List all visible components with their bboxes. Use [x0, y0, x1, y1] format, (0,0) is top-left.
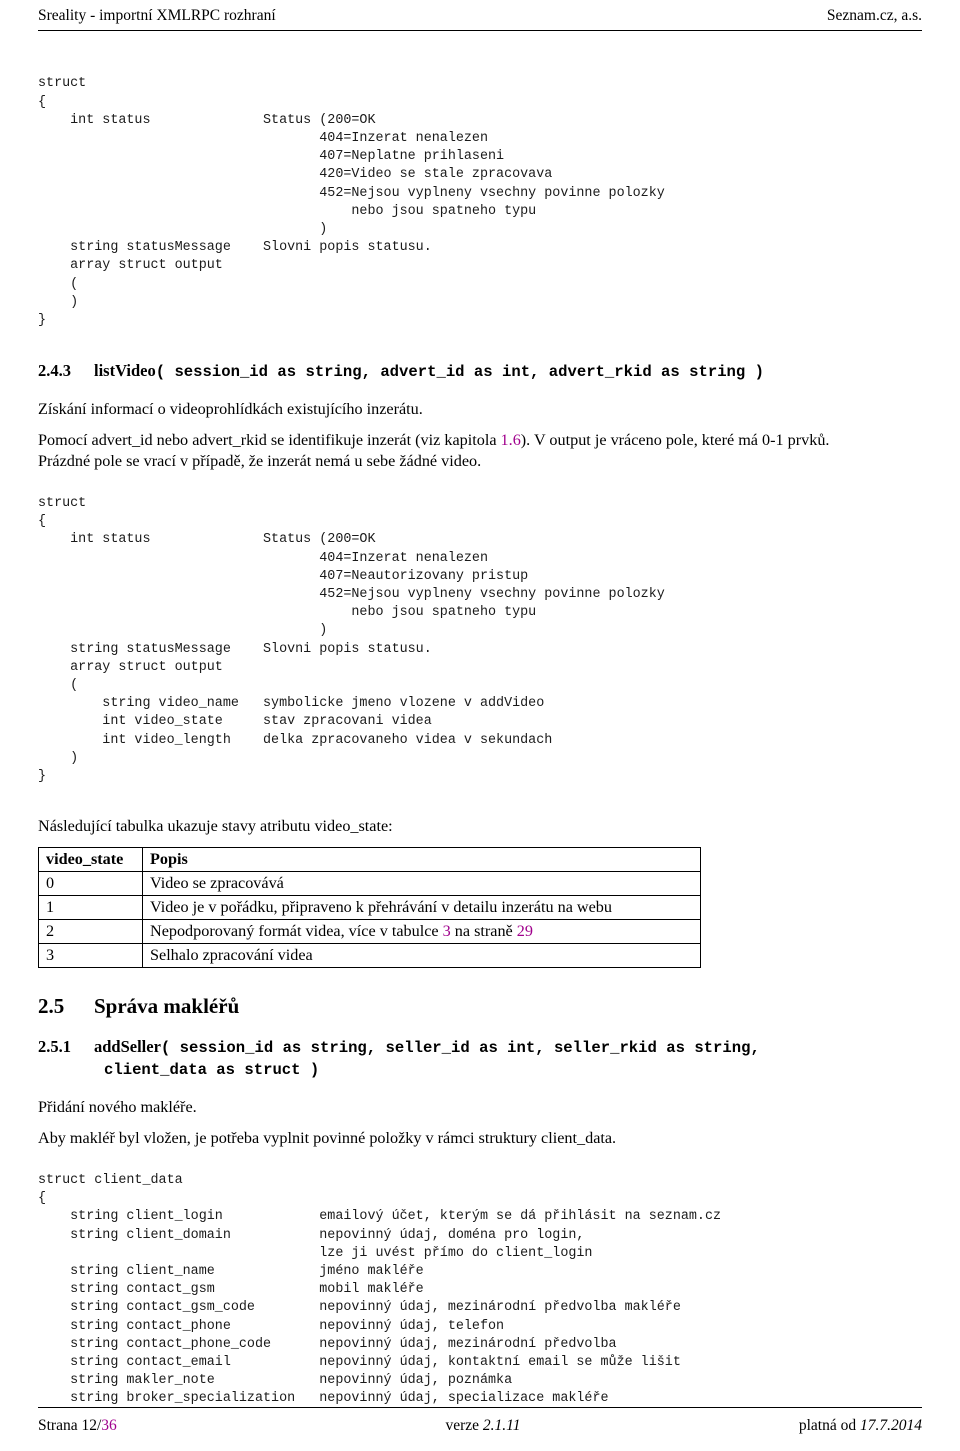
table-row: 3 Selhalo zpracování videa	[38, 942, 701, 968]
heading-2-4-3: 2.4.3 listVideo( session_id as string, a…	[38, 360, 922, 383]
table-link-3[interactable]: 3	[443, 922, 451, 940]
table-cell-state: 1	[38, 894, 143, 920]
header-rule	[38, 30, 922, 31]
table-header-row: video_state Popis	[38, 846, 701, 872]
table-cell-desc-text-b: na straně	[450, 921, 517, 940]
table-cell-desc: Selhalo zpracování videa	[142, 942, 701, 968]
heading-2-5-1-signature-line2: client_data as struct )	[104, 1060, 320, 1079]
code-block-listvideo-output: struct { int status Status (200=OK 404=I…	[38, 496, 665, 785]
header-title-right: Seznam.cz, a.s.	[826, 7, 922, 24]
paragraph-text-b: ). V output je vráceno pole, které má 0-…	[520, 430, 830, 449]
heading-2-5: 2.5 Správa makléřů	[38, 992, 922, 1020]
paragraph-addseller-intro: Přidání nového makléře.	[38, 1097, 197, 1116]
table-video-state: video_state Popis 0 Video se zpracovává …	[38, 846, 701, 968]
footer-page-label: Strana	[38, 1417, 82, 1434]
chapter-link-1-6[interactable]: 1.6	[501, 431, 521, 449]
page-header: Sreality - importní XMLRPC rozhraní Sezn…	[38, 6, 922, 32]
heading-2-5-title: Správa makléřů	[94, 993, 240, 1018]
page-footer: Strana 12/36 verze 2.1.11 platná od 17.7…	[38, 1407, 922, 1437]
paragraph-addseller-required: Aby makléř byl vložen, je potřeba vyplni…	[38, 1128, 617, 1147]
table-row: 1 Video je v pořádku, připraveno k přehr…	[38, 894, 701, 920]
footer-page-current: 12	[81, 1417, 97, 1434]
heading-2-5-1-signature-line1: ( session_id as string, seller_id as int…	[160, 1038, 760, 1057]
footer-page-total[interactable]: 36	[101, 1417, 117, 1434]
paragraph-text-a: Pomocí advert_id nebo advert_rkid se ide…	[38, 430, 501, 449]
paragraph-table-intro: Následující tabulka ukazuje stavy atribu…	[38, 816, 393, 835]
table-cell-state: 3	[38, 942, 143, 968]
header-title-left: Sreality - importní XMLRPC rozhraní	[38, 7, 276, 24]
footer-valid-label: platná od	[798, 1417, 860, 1434]
table-row: 0 Video se zpracovává	[38, 870, 701, 896]
table-cell-state: 2	[38, 918, 143, 944]
heading-2-5-1-number: 2.5.1	[38, 1036, 71, 1056]
table-cell-desc: Video se zpracovává	[142, 870, 701, 896]
code-block-status-struct-1: struct { int status Status (200=OK 404=I…	[38, 76, 665, 329]
table-cell-desc: Nepodporovaný formát videa, více v tabul…	[142, 918, 701, 944]
table-row: 2 Nepodporovaný formát videa, více v tab…	[38, 918, 701, 944]
footer-version-value: 2.1.11	[482, 1417, 521, 1434]
table-cell-desc-text-a: Nepodporovaný formát videa, více v tabul…	[150, 921, 443, 940]
footer-version-label: verze	[445, 1417, 483, 1434]
code-block-client-data: struct client_data { string client_login…	[38, 1173, 722, 1407]
heading-2-4-3-number: 2.4.3	[38, 360, 71, 380]
heading-2-5-1: 2.5.1 addSeller( session_id as string, s…	[38, 1036, 922, 1081]
heading-2-4-3-method-name: listVideo	[94, 360, 156, 380]
page-content: struct { int status Status (200=OK 404=I…	[38, 62, 922, 1422]
table-header-popis: Popis	[142, 846, 701, 872]
footer-page-number: Strana 12/36	[38, 1415, 117, 1437]
heading-2-4-3-signature: ( session_id as string, advert_id as int…	[155, 362, 764, 381]
table-header-video-state: video_state	[38, 846, 143, 872]
footer-rule	[38, 1407, 922, 1408]
paragraph-listvideo-intro: Získání informací o videoprohlídkách exi…	[38, 399, 423, 418]
footer-valid-from: platná od 17.7.2014	[799, 1415, 922, 1437]
footer-version: verze 2.1.11	[445, 1415, 520, 1437]
paragraph-listvideo-empty: Prázdné pole se vrací v případě, že inze…	[38, 451, 482, 470]
footer-valid-value: 17.7.2014	[860, 1417, 922, 1434]
heading-2-5-number: 2.5	[38, 993, 65, 1018]
page-link-29[interactable]: 29	[517, 922, 533, 940]
heading-2-5-1-method-name: addSeller	[94, 1036, 161, 1056]
paragraph-listvideo-identify: Pomocí advert_id nebo advert_rkid se ide…	[38, 430, 922, 451]
table-cell-state: 0	[38, 870, 143, 896]
table-cell-desc: Video je v pořádku, připraveno k přehráv…	[142, 894, 701, 920]
